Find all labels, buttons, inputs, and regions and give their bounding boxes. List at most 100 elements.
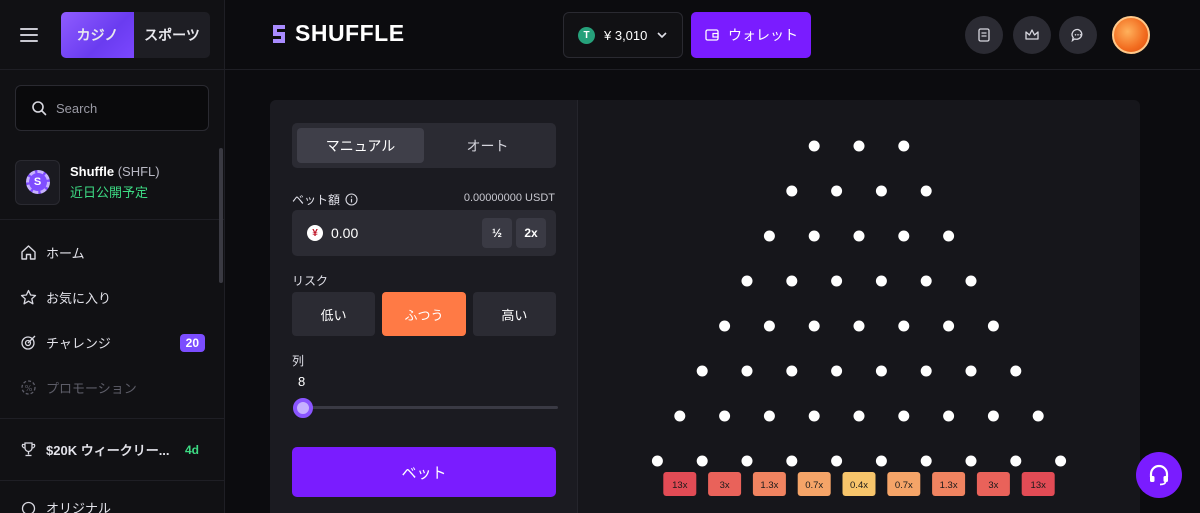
balance-value: ¥ 3,010 [604,27,648,43]
multiplier-label: 13x [1031,480,1047,491]
plinko-peg [943,410,955,422]
plinko-peg [943,230,955,242]
plinko-peg [808,410,820,422]
plinko-peg [965,365,977,377]
plinko-peg [920,455,932,467]
plinko-peg [808,320,820,332]
wallet-label: ウォレット [728,27,798,43]
multiplier-slot: 3x [708,472,742,496]
sidebar-item-home[interactable]: ホーム [0,230,224,275]
plinko-peg [965,275,977,287]
plinko-peg [719,410,731,422]
shfl-promo[interactable]: S Shuffle (SHFL) 近日公開予定 [0,145,224,219]
tab-casino[interactable]: カジノ [61,11,134,58]
tab-auto[interactable]: オート [424,128,551,163]
crown-icon [1025,29,1039,40]
bet-amount-input[interactable] [331,225,451,241]
bet-amount-label-row: ベット額 [292,191,358,208]
bet-amount-field: ¥ ½ 2x [292,210,556,256]
shfl-text: Shuffle (SHFL) 近日公開予定 [70,164,160,201]
plinko-peg [808,140,820,152]
multiplier-slot: 0.4x [842,472,876,496]
multiplier-label: 3x [988,480,998,491]
multiplier-slot: 13x [663,472,697,496]
plinko-peg [853,140,865,152]
menu-icon[interactable] [20,23,44,47]
plinko-peg [987,320,999,332]
sidebar-item-label: チャレンジ [46,336,111,351]
risk-medium-button[interactable]: ふつう [382,292,466,336]
plinko-peg [831,275,843,287]
plinko-peg [875,365,887,377]
info-icon[interactable] [345,193,358,206]
tab-sports[interactable]: スポーツ [134,12,210,58]
plinko-peg [875,185,887,197]
balance-dropdown[interactable]: T ¥ 3,010 [563,12,683,58]
multiplier-label: 13x [672,480,688,491]
sidebar-item-weekly[interactable]: $20K ウィークリー... 4d [0,427,224,472]
sidebar-item-label: オリジナル [46,501,112,513]
logo-text: SHUFFLE [295,20,405,46]
sidebar-scrollbar[interactable] [219,148,223,283]
headset-icon [1149,464,1169,486]
tab-manual[interactable]: マニュアル [297,128,424,163]
multiplier-label: 0.4x [850,480,868,491]
plinko-peg [853,410,865,422]
sidebar-item-label: $20K ウィークリー... [46,443,170,458]
receipt-icon [978,28,990,42]
plinko-peg [808,230,820,242]
sidebar-item-label: ホーム [46,246,85,261]
bet-amount-usdt: 0.00000000 USDT [463,192,555,204]
plinko-peg [763,230,775,242]
risk-low-button[interactable]: 低い [292,292,376,336]
bet-button[interactable]: ベット [292,447,556,497]
sidebar-item-label: お気に入り [46,291,112,306]
sidebar-item-promotions[interactable]: % プロモーション [0,365,224,410]
receipt-button[interactable] [965,16,1003,54]
shfl-chip-icon: S [25,170,50,194]
sidebar-item-favorites[interactable]: お気に入り [0,275,224,320]
shfl-ticker: (SHFL) [117,163,160,179]
plinko-peg [875,455,887,467]
double-bet-button[interactable]: 2x [516,218,546,248]
plinko-peg [853,320,865,332]
plinko-peg [1010,365,1022,377]
sidebar-item-originals[interactable]: オリジナル [0,481,224,513]
vip-button[interactable] [1013,16,1051,54]
svg-text:%: % [25,384,33,393]
plinko-peg [920,275,932,287]
plinko-peg [741,365,753,377]
multiplier-slot: 1.3x [752,472,786,496]
sidebar-item-challenges[interactable]: チャレンジ 20 [0,320,224,365]
shfl-name-text: Shuffle [70,163,115,179]
plinko-peg [696,365,708,377]
rows-slider-track[interactable] [294,406,558,409]
plinko-peg [786,455,798,467]
plinko-peg [1032,410,1044,422]
original-icon [21,501,36,513]
wallet-button[interactable]: ウォレット [691,12,811,58]
multiplier-slot: 1.3x [932,472,966,496]
rows-label: 列 [292,354,305,368]
plinko-peg [741,455,753,467]
search-input[interactable] [56,100,196,116]
plinko-peg [719,320,731,332]
star-icon [20,289,37,305]
challenge-count-badge: 20 [179,333,205,352]
bet-controls: マニュアル オート ベット額 0.00000000 USDT ¥ ½ 2x リス… [270,100,578,513]
support-button[interactable] [1136,452,1182,498]
shuffle-logo[interactable]: SHUFFLE [269,20,405,47]
avatar[interactable] [1112,16,1150,54]
half-bet-button[interactable]: ½ [482,218,512,248]
sidebar-top: カジノ スポーツ [0,0,224,70]
risk-high-button[interactable]: 高い [472,292,556,336]
chat-button[interactable] [1059,16,1097,54]
plinko-peg [763,320,775,332]
plinko-peg [898,140,910,152]
shfl-name: Shuffle (SHFL) [70,164,160,179]
plinko-peg [920,365,932,377]
multiplier-label: 3x [720,480,730,491]
divider [0,418,224,419]
plinko-peg [831,365,843,377]
rows-slider-handle[interactable] [293,398,313,418]
